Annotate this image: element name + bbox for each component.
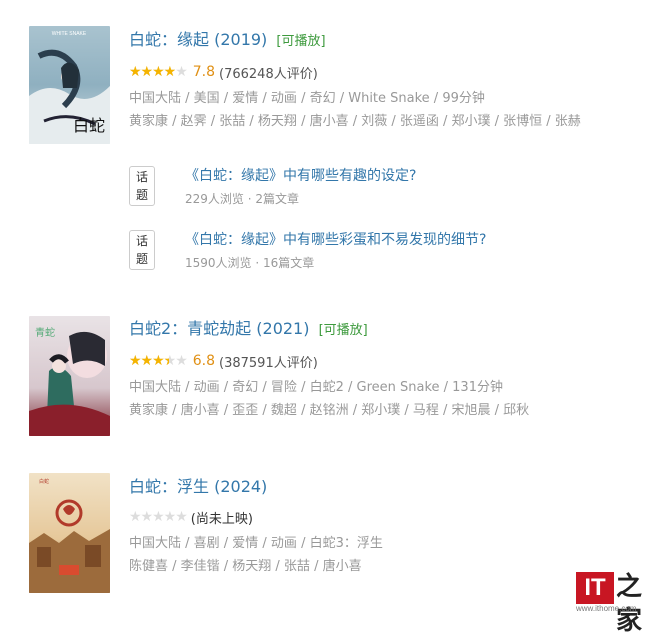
rating-votes: (尚未上映) xyxy=(190,511,253,527)
movie-poster[interactable]: 白蛇 xyxy=(29,473,110,593)
playable-badge[interactable]: [可播放] xyxy=(319,323,368,338)
poster-calligraphy: 白蛇 xyxy=(73,116,105,135)
rating-stars: ★★★★★ ★★★★★ xyxy=(129,353,188,369)
topic-stats: 1590人浏览 · 16篇文章 xyxy=(185,256,315,270)
movie-cast: 黄家康 / 唐小喜 / 歪歪 / 魏超 / 赵铭洲 / 郑小璞 / 马程 / 宋… xyxy=(129,403,530,418)
rating-score: 7.8 xyxy=(192,64,216,80)
rating-stars: ★★★★★ ★★★★★ xyxy=(129,64,188,80)
poster-caption: WHITE SNAKE xyxy=(52,31,87,37)
poster-image: WHITE SNAKE 白蛇 xyxy=(29,26,110,144)
topic-stats: 229人浏览 · 2篇文章 xyxy=(185,192,299,206)
movie-meta-info: 中国大陆 / 喜剧 / 爱情 / 动画 / 白蛇3：浮生 xyxy=(129,536,383,551)
poster-image: 青蛇 xyxy=(29,316,110,436)
movie-title-link[interactable]: 白蛇：缘起 (2019) xyxy=(129,30,267,49)
movie-title-line: 白蛇：缘起 (2019) [可播放] xyxy=(129,29,649,53)
logo-it-mark: IT xyxy=(576,572,614,604)
movie-meta-info: 中国大陆 / 美国 / 爱情 / 动画 / 奇幻 / White Snake /… xyxy=(129,91,485,106)
rating-votes: (766248人评价) xyxy=(219,66,318,82)
movie-meta-info: 中国大陆 / 动画 / 奇幻 / 冒险 / 白蛇2 / Green Snake … xyxy=(129,380,503,395)
topic-title-link[interactable]: 《白蛇：缘起》中有哪些有趣的设定? xyxy=(185,165,416,185)
movie-poster[interactable]: WHITE SNAKE 白蛇 xyxy=(29,26,110,144)
movie-poster[interactable]: 青蛇 xyxy=(29,316,110,436)
poster-caption: 白蛇 xyxy=(39,478,49,485)
ithome-watermark-logo: IT 之家 www.ithome.com xyxy=(576,572,652,636)
rating-line: ★★★★★ ★★★★★ 6.8 (387591人评价) xyxy=(129,352,649,371)
topic-title-link[interactable]: 《白蛇：缘起》中有哪些彩蛋和不易发现的细节? xyxy=(185,229,486,249)
rating-score: 6.8 xyxy=(192,353,216,369)
rating-line: ★★★★★ ★★★★★ (尚未上映) xyxy=(129,508,649,527)
poster-image: 白蛇 xyxy=(29,473,110,593)
movie-title-line: 白蛇：浮生 (2024) xyxy=(129,476,649,498)
movie-title-link[interactable]: 白蛇：浮生 (2024) xyxy=(129,477,267,496)
rating-stars: ★★★★★ ★★★★★ xyxy=(129,509,188,525)
poster-calligraphy: 青蛇 xyxy=(35,326,55,339)
topic-tag[interactable]: 话题 xyxy=(129,230,156,270)
rating-line: ★★★★★ ★★★★★ 7.8 (766248人评价) xyxy=(129,63,649,82)
movie-title-link[interactable]: 白蛇2：青蛇劫起 (2021) xyxy=(129,319,309,338)
playable-badge[interactable]: [可播放] xyxy=(276,34,325,49)
rating-votes: (387591人评价) xyxy=(219,355,318,371)
movie-cast: 陈健喜 / 李佳锴 / 杨天翔 / 张喆 / 唐小喜 xyxy=(129,559,362,574)
movie-cast: 黄家康 / 赵霁 / 张喆 / 杨天翔 / 唐小喜 / 刘薇 / 张遥函 / 郑… xyxy=(129,114,581,129)
logo-url: www.ithome.com xyxy=(576,604,637,613)
topic-tag[interactable]: 话题 xyxy=(129,166,156,206)
movie-title-line: 白蛇2：青蛇劫起 (2021) [可播放] xyxy=(129,318,649,342)
